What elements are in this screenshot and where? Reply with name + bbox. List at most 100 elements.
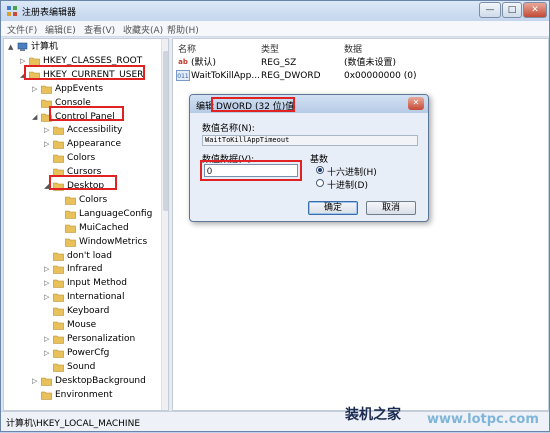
tree-item[interactable]: Environment [32, 389, 159, 402]
close-button[interactable]: ✕ [523, 2, 547, 18]
menu-edit[interactable]: 编辑(E) [45, 23, 76, 36]
folder-icon [53, 266, 64, 275]
collapsed-arrow-icon[interactable]: ▷ [44, 333, 49, 346]
highlight-box-desktop [49, 175, 117, 190]
value-name: WaitToKillApp... [191, 71, 260, 81]
tree-item-label: Accessibility [67, 125, 123, 136]
menu-file[interactable]: 文件(F) [7, 23, 37, 36]
column-header-data[interactable]: 数据 [344, 42, 362, 55]
tree-item[interactable]: ▷ AppEvents [32, 83, 159, 96]
tree-item[interactable]: don't load [44, 250, 159, 263]
tree-item[interactable]: Sound [44, 361, 159, 374]
collapsed-arrow-icon[interactable]: ▷ [44, 291, 49, 304]
tree-item-label: don't load [67, 250, 113, 261]
folder-icon [65, 210, 76, 219]
minimize-button[interactable]: — [479, 2, 501, 18]
base-hex-label[interactable]: 十六进制(H) [327, 165, 377, 178]
tree-item[interactable]: ▷ DesktopBackground [32, 375, 159, 388]
cancel-button[interactable]: 取消 [366, 201, 416, 215]
folder-icon [53, 307, 64, 316]
ok-button[interactable]: 确定 [308, 201, 358, 215]
tree-item[interactable]: WindowMetrics [56, 236, 159, 249]
tree-item[interactable]: ▲ 计算机 [8, 41, 159, 54]
tree-item-label: WindowMetrics [79, 236, 148, 247]
value-row[interactable]: ab (默认) REG_SZ (数值未设置) [175, 57, 545, 70]
key-tree-pane[interactable]: ▲ 计算机 ▷ HKEY_CLASSES_ROOT ◢ HKEY_CURRENT_USER… [3, 38, 169, 411]
tree-item[interactable]: Keyboard [44, 305, 159, 318]
folder-icon [65, 238, 76, 247]
tree-item[interactable]: ▷ International [44, 291, 159, 304]
tree-item[interactable]: Mouse [44, 319, 159, 332]
tree-item[interactable]: Colors [56, 194, 159, 207]
menu-view[interactable]: 查看(V) [84, 23, 115, 36]
collapsed-arrow-icon[interactable]: ▷ [44, 263, 49, 276]
folder-icon [65, 196, 76, 205]
tree-item-label: MuiCached [79, 222, 129, 233]
folder-icon [53, 321, 64, 330]
site-watermark: 装机之家 www.lotpc.com [331, 403, 550, 433]
window-title: 注册表编辑器 [22, 8, 77, 18]
tree-item-label: International [67, 292, 125, 303]
collapsed-arrow-icon[interactable]: ▷ [44, 124, 49, 137]
folder-icon [65, 224, 76, 233]
collapsed-arrow-icon[interactable]: ▷ [32, 375, 37, 388]
folder-icon [41, 377, 52, 386]
tree-item-label: Infrared [67, 264, 103, 275]
tree-item-label: Colors [67, 153, 96, 164]
base-dec-radio[interactable] [316, 179, 324, 187]
folder-icon [53, 127, 64, 136]
tree-item[interactable]: Colors [44, 152, 159, 165]
tree-item[interactable]: ▷ PowerCfg [44, 347, 159, 360]
tree-item[interactable]: ▷ Personalization [44, 333, 159, 346]
folder-icon [53, 279, 64, 289]
value-type: REG_SZ [261, 58, 297, 68]
collapsed-arrow-icon[interactable]: ▷ [32, 83, 37, 96]
tree-item[interactable]: ▷ Infrared [44, 263, 159, 276]
folder-icon [53, 363, 64, 372]
menu-favorites[interactable]: 收藏夹(A) [123, 23, 163, 36]
tree-item[interactable]: ▷ Appearance [44, 138, 159, 151]
tree-item[interactable]: LanguageConfig [56, 208, 159, 221]
computer-icon [17, 42, 28, 51]
maximize-button[interactable]: □ [502, 2, 522, 18]
regedit-window: 注册表编辑器 — □ ✕ 文件(F) 编辑(E) 查看(V) 收藏夹(A) 帮助… [0, 0, 550, 432]
tree-item[interactable]: ▷ Input Method [44, 277, 159, 290]
folder-icon [41, 391, 52, 400]
tree-item-label: Personalization [67, 333, 136, 344]
tree-item-label: Sound [67, 361, 96, 372]
value-data: (数值未设置) [344, 58, 397, 68]
column-header-type[interactable]: 类型 [261, 42, 279, 55]
folder-icon [53, 252, 64, 261]
folder-icon [53, 154, 64, 163]
tree-item[interactable]: MuiCached [56, 222, 159, 235]
column-header-name[interactable]: 名称 [178, 42, 196, 55]
tree-item-label: DesktopBackground [55, 375, 146, 386]
collapsed-arrow-icon[interactable]: ▷ [44, 347, 49, 360]
highlight-box-control-panel [49, 106, 124, 121]
value-row[interactable]: 011 WaitToKillApp... REG_DWORD 0x0000000… [175, 70, 545, 83]
registry-app-icon [7, 6, 17, 16]
folder-icon [41, 85, 52, 94]
string-value-icon: ab [178, 58, 188, 66]
base-hex-radio[interactable] [316, 166, 324, 174]
expanded-arrow-icon[interactable]: ▲ [8, 41, 13, 54]
menu-bar: 文件(F) 编辑(E) 查看(V) 收藏夹(A) 帮助(H) [1, 21, 549, 37]
title-bar[interactable]: 注册表编辑器 — □ ✕ [1, 1, 549, 21]
tree-item[interactable]: ▷ Accessibility [44, 124, 159, 137]
dialog-close-button[interactable]: ✕ [408, 97, 424, 110]
value-name: (默认) [191, 58, 217, 68]
base-dec-label[interactable]: 十进制(D) [327, 178, 368, 191]
highlight-box-hkcu [24, 65, 145, 80]
tree-scrollbar[interactable] [161, 39, 168, 410]
base-group-label: 基数 [310, 155, 329, 165]
watermark-text: 装机之家 [345, 407, 401, 423]
folder-icon [53, 349, 64, 358]
expanded-arrow-icon[interactable]: ◢ [32, 111, 37, 124]
menu-help[interactable]: 帮助(H) [167, 23, 199, 36]
tree-item-label: AppEvents [55, 83, 104, 94]
collapsed-arrow-icon[interactable]: ▷ [44, 138, 49, 151]
tree-item-label: Keyboard [67, 306, 110, 317]
collapsed-arrow-icon[interactable]: ▷ [44, 277, 49, 290]
tree-item-label: LanguageConfig [79, 208, 153, 219]
value-name-field: WaitToKillAppTimeout [202, 135, 418, 146]
